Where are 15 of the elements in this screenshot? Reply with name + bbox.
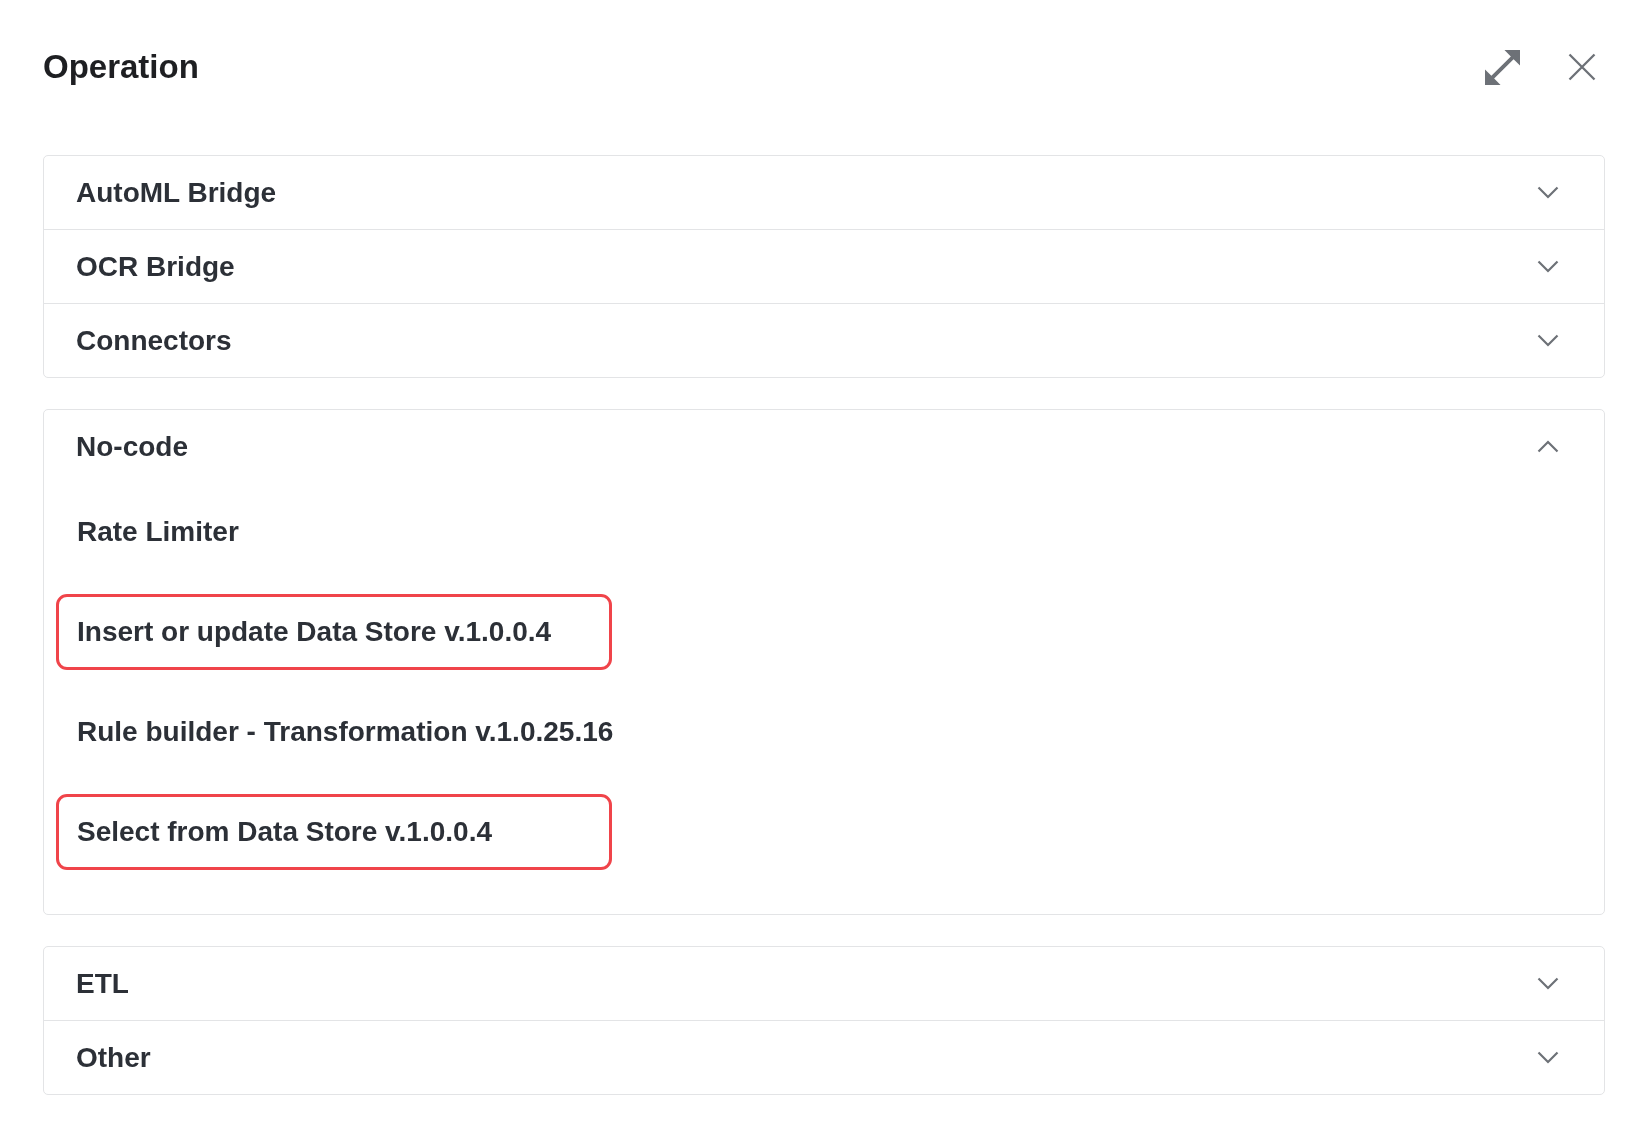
accordion-header[interactable]: AutoML Bridge bbox=[44, 156, 1604, 229]
accordion-header[interactable]: No-code bbox=[44, 410, 1604, 483]
menu-item[interactable]: Rule builder - Transformation v.1.0.25.16 bbox=[56, 694, 625, 770]
menu-item[interactable]: Rate Limiter bbox=[56, 494, 612, 570]
close-icon bbox=[1568, 53, 1596, 81]
accordion-header[interactable]: ETL bbox=[44, 947, 1604, 1020]
accordion-header[interactable]: OCR Bridge bbox=[44, 230, 1604, 303]
menu-item[interactable]: Insert or update Data Store v.1.0.0.4 bbox=[56, 594, 612, 670]
accordion-header[interactable]: Other bbox=[44, 1021, 1604, 1094]
panel-title: Operation bbox=[43, 47, 199, 87]
diagonal-arrows-icon bbox=[1485, 49, 1520, 85]
accordion-header[interactable]: Connectors bbox=[44, 304, 1604, 377]
fullscreen-button[interactable] bbox=[1485, 49, 1520, 85]
close-button[interactable] bbox=[1568, 53, 1596, 81]
menu-item[interactable]: Select from Data Store v.1.0.0.4 bbox=[56, 794, 612, 870]
